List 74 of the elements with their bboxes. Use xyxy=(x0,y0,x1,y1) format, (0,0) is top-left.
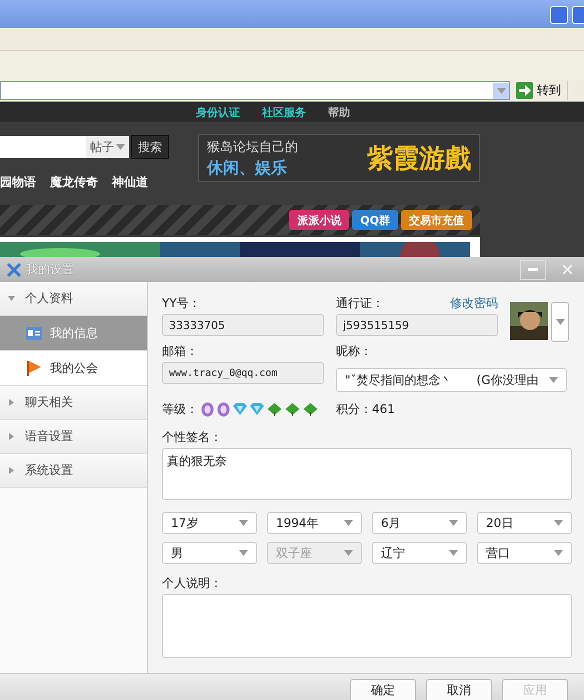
arrow-icon xyxy=(516,82,533,99)
level-label: 等级： xyxy=(162,400,198,418)
caret-icon xyxy=(239,550,248,556)
avatar-dropdown[interactable] xyxy=(551,302,569,342)
dropdown[interactable]: 17岁 xyxy=(162,512,257,534)
input-field[interactable]: www.tracy_0@qq.com xyxy=(162,362,324,384)
banner-text: 休闲、娱乐 xyxy=(207,158,288,178)
caret-icon xyxy=(556,319,564,325)
dropdown[interactable]: 1994年 xyxy=(267,512,362,534)
id-card-icon xyxy=(26,326,42,340)
diamond-icon xyxy=(233,402,247,416)
points-text: 积分：461 xyxy=(336,400,395,418)
caret-icon xyxy=(116,144,125,150)
maximize-button[interactable] xyxy=(572,6,584,24)
signature-field[interactable]: 真的狠无奈 xyxy=(162,448,572,500)
medal-icon xyxy=(217,402,230,416)
input-field[interactable]: j593515159 xyxy=(336,314,498,336)
top-link[interactable]: 社区服务 xyxy=(262,104,306,120)
leaf-icon xyxy=(285,402,300,416)
nav-link[interactable]: 神仙道 xyxy=(112,174,148,191)
go-button[interactable]: 转到 xyxy=(510,82,567,99)
dropdown[interactable]: 6月 xyxy=(372,512,467,534)
caret-icon xyxy=(344,550,353,556)
banner-text: 猴岛论坛自己的 xyxy=(207,138,298,156)
promo-button[interactable]: 派派小说 xyxy=(289,210,350,230)
field-label: YY号： xyxy=(162,294,202,312)
nav-link[interactable]: 园物语 xyxy=(0,174,36,191)
sidebar-subitem[interactable]: 我的公会 xyxy=(0,351,147,386)
caret-icon xyxy=(449,550,458,556)
field-label: 个性签名： xyxy=(162,428,223,446)
expanded-icon xyxy=(8,295,15,302)
minimize-button[interactable] xyxy=(520,260,546,280)
change-password-link[interactable]: 修改密码 xyxy=(450,294,498,312)
search-button[interactable]: 搜索 xyxy=(131,135,169,159)
leaf-icon xyxy=(303,402,318,416)
dialog-button[interactable]: 取消 xyxy=(426,679,492,700)
dropdown[interactable]: 辽宁 xyxy=(372,542,467,564)
dialog-title: 我的设置 xyxy=(26,261,75,278)
collapsed-icon xyxy=(8,433,15,440)
field-label: 个人说明： xyxy=(162,574,223,592)
address-field[interactable] xyxy=(0,81,510,100)
caret-icon xyxy=(449,520,458,526)
caret-icon xyxy=(554,520,563,526)
dialog-button[interactable]: 确定 xyxy=(350,679,416,700)
ad-banner[interactable]: 猴岛论坛自己的 休闲、娱乐 紫霞游戲 xyxy=(198,134,480,182)
flag-icon xyxy=(26,360,42,376)
close-icon xyxy=(562,265,572,274)
scope-dropdown[interactable]: 帖子 xyxy=(86,136,129,158)
caret-icon xyxy=(554,550,563,556)
collapsed-icon xyxy=(8,399,15,406)
minimize-icon xyxy=(528,268,538,271)
caret-icon xyxy=(239,520,248,526)
dropdown-icon xyxy=(496,88,506,94)
field-label: 昵称： xyxy=(336,342,373,360)
diamond-icon xyxy=(250,402,264,416)
dropdown[interactable]: 20日 xyxy=(477,512,572,534)
caret-icon xyxy=(344,520,353,526)
medal-icon xyxy=(201,402,214,416)
caret-icon xyxy=(549,377,558,383)
dropdown[interactable]: 营口 xyxy=(477,542,572,564)
input-field[interactable]: 33333705 xyxy=(162,314,324,336)
banner-logo-text: 紫霞游戲 xyxy=(367,142,471,176)
promo-button[interactable]: QQ群 xyxy=(352,210,398,230)
top-link[interactable]: 身份认证 xyxy=(196,104,240,120)
dropdown[interactable]: 男 xyxy=(162,542,257,564)
nickname-dropdown[interactable]: "ˇ焚尽指间的想念丶 (G你没理由 xyxy=(336,368,567,392)
top-link[interactable]: 帮助 xyxy=(328,104,350,120)
collapsed-icon xyxy=(8,467,15,474)
nav-link[interactable]: 魔龙传奇 xyxy=(50,174,98,191)
field-label: 邮箱： xyxy=(162,342,199,360)
leaf-icon xyxy=(267,402,282,416)
search-field[interactable] xyxy=(0,136,86,158)
field-label: 通行证： xyxy=(336,294,384,312)
description-field[interactable] xyxy=(162,594,572,658)
